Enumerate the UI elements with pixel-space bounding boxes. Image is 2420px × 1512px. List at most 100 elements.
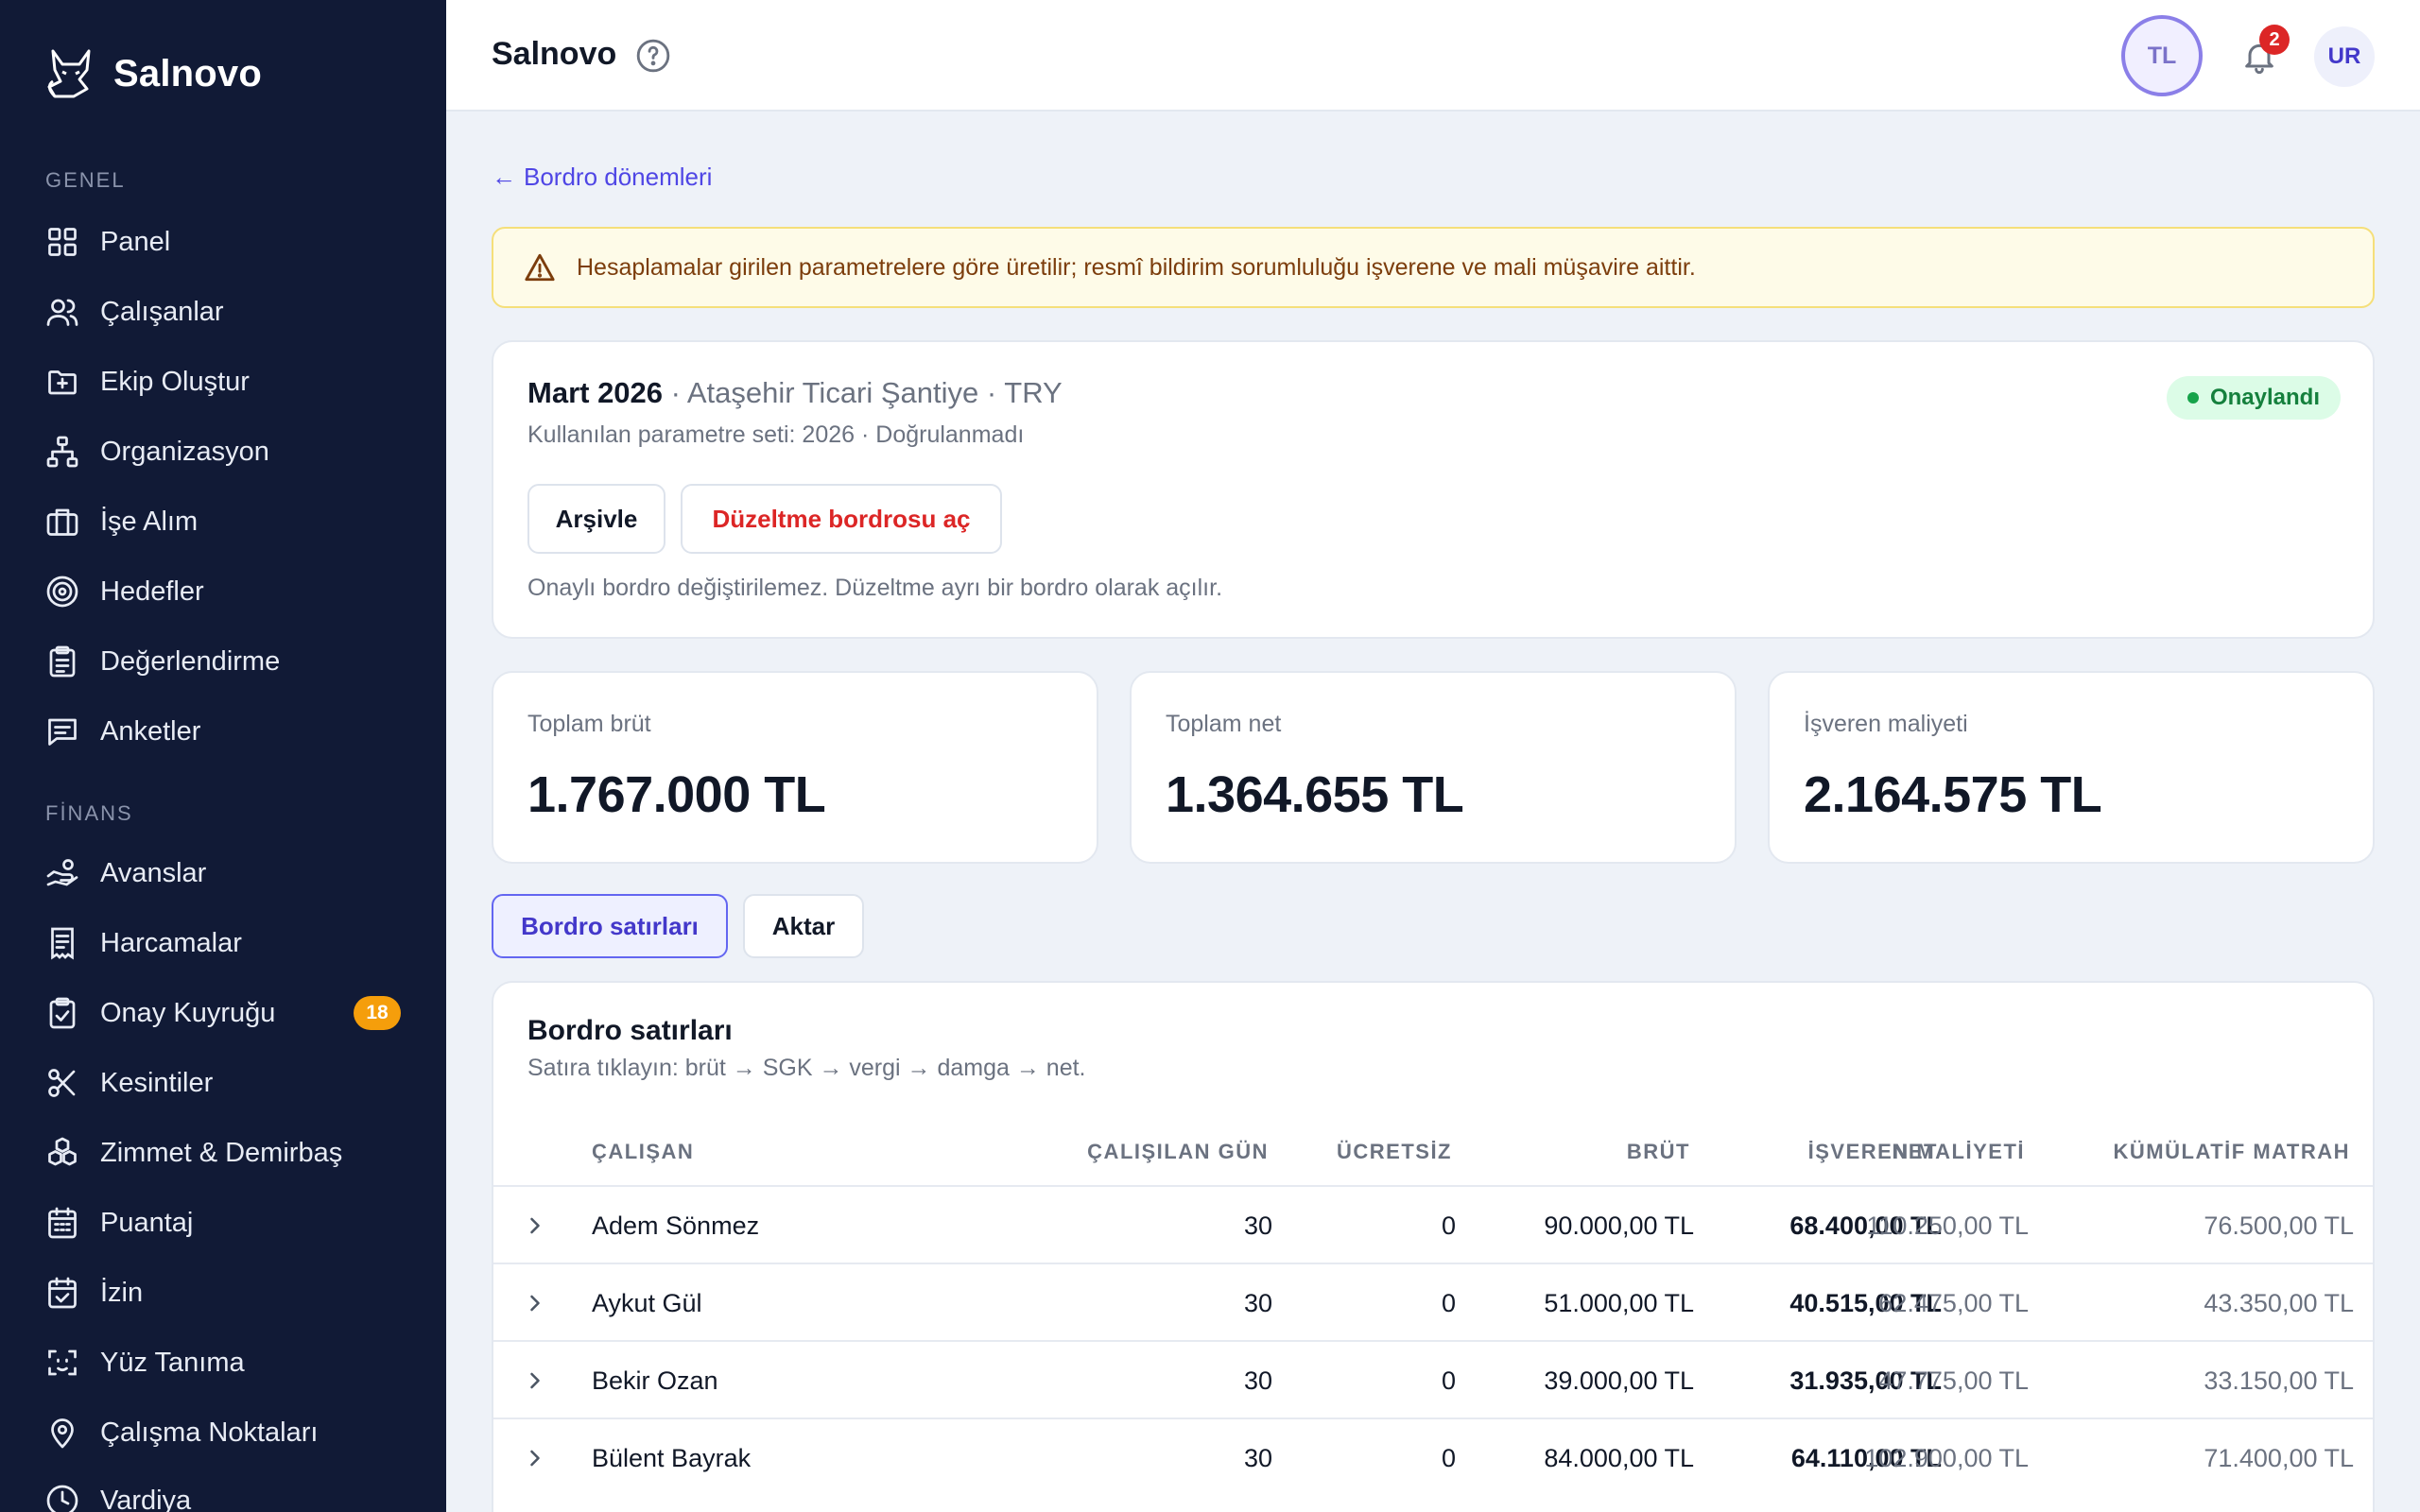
sidebar-item-degerlendirme[interactable]: Değerlendirme	[45, 635, 401, 688]
chevron-right-icon[interactable]	[522, 1212, 548, 1239]
stat-label: Toplam brüt	[527, 711, 651, 737]
table-row[interactable]: Adem Sönmez 30 0 90.000,00 TL 68.400,00 TL 11…	[493, 1185, 2373, 1263]
calendar-check-icon	[48, 1277, 77, 1309]
cell-days: 30	[1243, 1366, 1272, 1395]
table-row[interactable]: Bülent Bayrak 30 0 84.000,00 TL 64.110,00 TL…	[493, 1418, 2373, 1495]
cell-unpaid: 0	[1441, 1288, 1456, 1317]
period-note: Onaylı bordro değiştirilemez. Düzeltme a…	[527, 575, 1223, 601]
boxes-icon	[48, 1137, 77, 1166]
avatar-tl[interactable]: TL	[2121, 15, 2203, 96]
table-row[interactable]: Aykut Gül 30 0 51.000,00 TL 40.515,00 TL 62.4…	[493, 1263, 2373, 1340]
sidebar-item-label: Panel	[100, 226, 171, 257]
users-icon	[46, 299, 78, 326]
column-header-unpaid[interactable]: ÜCRETSİZ	[1337, 1140, 1452, 1164]
sidebar-item-label: Çalışma Noktaları	[100, 1417, 319, 1448]
grid-icon	[48, 228, 77, 256]
cell-days: 30	[1243, 1288, 1272, 1317]
sidebar-item-yuz-tanima[interactable]: Yüz Tanıma	[45, 1336, 401, 1389]
brand[interactable]: Salnovo	[45, 45, 262, 102]
column-header-employee[interactable]: ÇALIŞAN	[592, 1140, 694, 1164]
table-subtitle: Satıra tıklayın: brüt → SGK → vergi → da…	[527, 1055, 1086, 1081]
cell-employer: 47.775,00 TL	[1878, 1366, 2029, 1395]
calendar-grid-icon	[48, 1207, 77, 1239]
table-row[interactable]: Bekir Ozan 30 0 39.000,00 TL 31.935,00 TL 47.…	[493, 1340, 2373, 1418]
cell-unpaid: 0	[1441, 1366, 1456, 1395]
period-details: · Ataşehir Ticari Şantiye · TRY	[663, 376, 1063, 409]
sidebar-item-hedefler[interactable]: Hedefler	[45, 565, 401, 618]
cell-gross: 84.000,00 TL	[1544, 1443, 1694, 1472]
sidebar-item-vardiya[interactable]: Vardiya	[45, 1474, 401, 1512]
target-icon	[46, 576, 78, 608]
cell-gross: 39.000,00 TL	[1544, 1366, 1694, 1395]
help-circle-icon[interactable]	[635, 38, 671, 74]
approval-count-badge: 18	[354, 996, 401, 1030]
tab-payroll-rows[interactable]: Bordro satırları	[492, 894, 728, 958]
sidebar-item-anketler[interactable]: Anketler	[45, 705, 401, 758]
cell-cumulative: 76.500,00 TL	[2204, 1211, 2354, 1240]
folder-plus-icon	[48, 370, 77, 395]
arrow-left-icon: ←	[492, 163, 516, 191]
face-scan-icon	[48, 1349, 77, 1376]
cell-days: 30	[1243, 1211, 1272, 1240]
sidebar-item-kesintiler[interactable]: Kesintiler	[45, 1057, 401, 1109]
period-card: Mart 2026 · Ataşehir Ticari Şantiye · TR…	[492, 340, 2375, 639]
sidebar-item-izin[interactable]: İzin	[45, 1266, 401, 1319]
back-link[interactable]: ← Bordro dönemleri	[492, 163, 712, 192]
sidebar-item-organizasyon[interactable]: Organizasyon	[45, 425, 401, 478]
sidebar-item-avanslar[interactable]: Avanslar	[45, 847, 401, 900]
nav-section-genel: GENEL	[45, 168, 126, 192]
stat-card-gross: Toplam brüt 1.767.000 TL	[492, 671, 1098, 864]
sidebar-item-onay-kuyrugu[interactable]: Onay Kuyruğu 18	[45, 987, 401, 1040]
warning-banner: Hesaplamalar girilen parametrelere göre …	[492, 227, 2375, 308]
warning-text: Hesaplamalar girilen parametrelere göre …	[577, 253, 1696, 281]
chevron-right-icon[interactable]	[522, 1367, 548, 1394]
sidebar-item-harcamalar[interactable]: Harcamalar	[45, 917, 401, 970]
main-content: ← Bordro dönemleri Hesaplamalar girilen …	[446, 112, 2420, 1512]
briefcase-icon	[46, 508, 78, 536]
clipboard-icon	[49, 645, 76, 678]
sidebar-item-zimmet[interactable]: Zimmet & Demirbaş	[45, 1126, 401, 1179]
tab-export[interactable]: Aktar	[743, 894, 864, 958]
sidebar-item-calisanlar[interactable]: Çalışanlar	[45, 285, 401, 338]
fox-logo-icon	[47, 49, 91, 98]
cell-cumulative: 33.150,00 TL	[2204, 1366, 2354, 1395]
cell-unpaid: 0	[1441, 1211, 1456, 1240]
notification-count-badge: 2	[2259, 25, 2290, 55]
sidebar-item-label: Ekip Oluştur	[100, 366, 250, 397]
stat-label: Toplam net	[1166, 711, 1282, 737]
sidebar-item-ekip-olustur[interactable]: Ekip Oluştur	[45, 355, 401, 408]
cell-employer: 62.475,00 TL	[1878, 1288, 2029, 1317]
chevron-right-icon[interactable]	[522, 1290, 548, 1316]
column-header-gross[interactable]: BRÜT	[1627, 1140, 1690, 1164]
cell-employer: 110.250,00 TL	[1866, 1211, 2029, 1240]
sidebar-item-calisma-noktalari[interactable]: Çalışma Noktaları	[45, 1406, 401, 1459]
sidebar-item-label: Yüz Tanıma	[100, 1347, 245, 1378]
nav-section-finans: FİNANS	[45, 801, 133, 825]
avatar-user[interactable]: UR	[2314, 26, 2375, 87]
stat-value: 1.364.655 TL	[1166, 766, 1464, 823]
cell-name: Adem Sönmez	[592, 1211, 760, 1240]
sidebar-item-puantaj[interactable]: Puantaj	[45, 1196, 401, 1249]
cell-name: Bülent Bayrak	[592, 1443, 752, 1472]
archive-button[interactable]: Arşivle	[527, 484, 666, 554]
column-header-days[interactable]: ÇALIŞILAN GÜN	[1087, 1140, 1269, 1164]
sidebar-item-label: Harcamalar	[100, 927, 242, 958]
sidebar-item-label: Organizasyon	[100, 436, 269, 467]
status-badge: Onaylandı	[2166, 376, 2341, 420]
sidebar-item-ise-alim[interactable]: İşe Alım	[45, 495, 401, 548]
stat-value: 2.164.575 TL	[1804, 766, 2102, 823]
sidebar-item-panel[interactable]: Panel	[45, 215, 401, 268]
sidebar-item-label: Çalışanlar	[100, 296, 224, 327]
period-month: Mart 2026	[527, 376, 664, 409]
clipboard-check-icon	[49, 997, 76, 1029]
chevron-right-icon[interactable]	[522, 1445, 548, 1471]
sidebar-item-label: İzin	[100, 1277, 144, 1308]
open-correction-button[interactable]: Düzeltme bordrosu aç	[681, 484, 1002, 554]
sidebar-item-label: İşe Alım	[100, 506, 199, 537]
scissors-icon	[48, 1069, 76, 1097]
column-header-employer-cost[interactable]: İŞVEREN MALİYETİ	[1808, 1140, 2025, 1164]
sidebar-item-label: Anketler	[100, 715, 201, 747]
back-link-label: Bordro dönemleri	[524, 163, 713, 191]
column-header-cumulative[interactable]: KÜMÜLATİF MATRAH	[2114, 1140, 2350, 1164]
brand-name: Salnovo	[113, 52, 262, 94]
